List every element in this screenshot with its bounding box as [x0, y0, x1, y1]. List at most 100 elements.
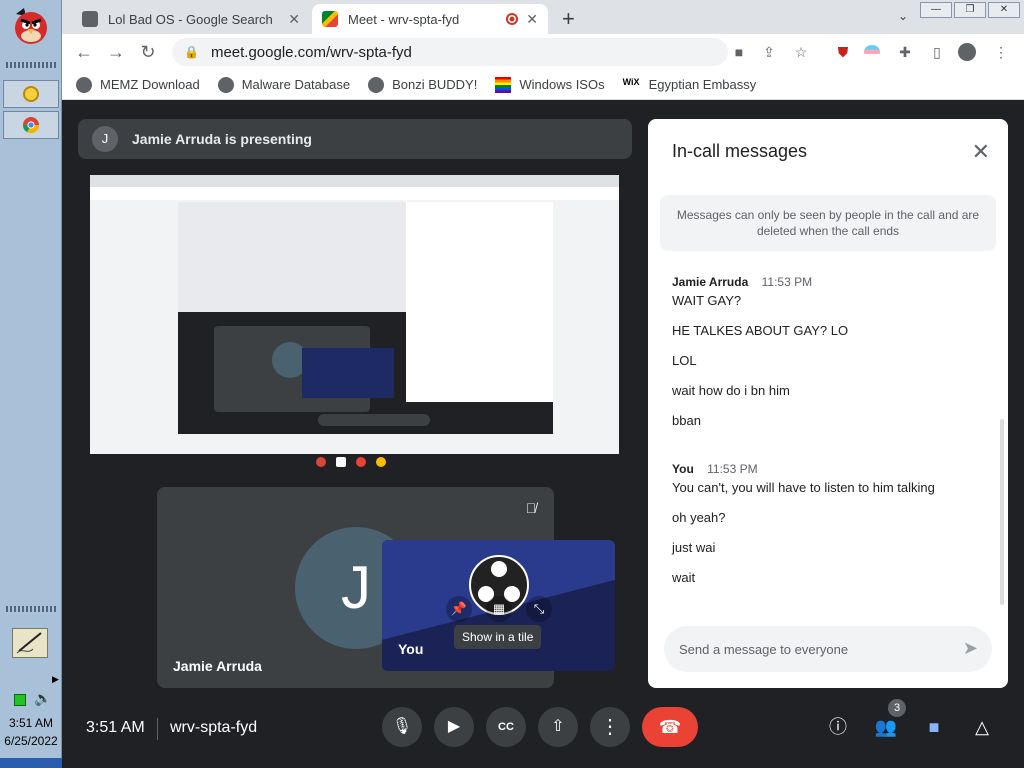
browser-menu-icon[interactable]: ⋮ [992, 43, 1010, 61]
presenting-banner: J Jamie Arruda is presenting [78, 119, 632, 159]
address-bar[interactable]: 🔒 meet.google.com/wrv-spta-fyd [172, 38, 728, 66]
captions-button[interactable]: CC [486, 707, 526, 747]
chat-button[interactable]: ■ [918, 711, 950, 743]
presenting-text: Jamie Arruda is presenting [132, 131, 312, 147]
bookmark-windows-isos[interactable]: Windows ISOs [495, 76, 605, 93]
close-window-button[interactable]: ✕ [988, 2, 1020, 18]
forward-button[interactable]: → [100, 42, 132, 63]
camera-icon: ▶ [447, 718, 461, 735]
tab-close-icon[interactable]: ✕ [288, 11, 300, 28]
message-time: 11:53 PM [761, 275, 813, 289]
shared-screen-meet [178, 202, 553, 434]
participant-name: You [398, 641, 424, 657]
tab-close-icon[interactable]: ✕ [526, 11, 538, 28]
bookmark-egyptian-embassy[interactable]: WiX Egyptian Embassy [623, 77, 757, 93]
more-options-button[interactable]: ⋮ [590, 707, 630, 747]
meeting-code: wrv-spta-fyd [170, 719, 258, 736]
present-icon: ⇧ [551, 718, 565, 735]
taskbar-grip [6, 62, 56, 68]
network-status-icon[interactable] [14, 694, 26, 706]
os-taskbar: ▶ 🔊 3:51 AM 6/25/2022 [0, 0, 62, 768]
chat-panel: In-call messages ✕ Messages can only be … [648, 119, 1008, 688]
extensions-puzzle-icon[interactable]: ✚ [896, 43, 914, 61]
camera-button[interactable]: ▶ [434, 707, 474, 747]
tab-search-chevron-icon[interactable]: ⌄ [898, 9, 908, 23]
hangup-button[interactable]: ☎ [642, 707, 698, 747]
show-in-tile-icon[interactable]: ▦ [486, 596, 512, 622]
shared-screen[interactable] [90, 175, 619, 471]
bookmark-memz[interactable]: MEMZ Download [76, 76, 200, 93]
shared-screen-shelf [90, 454, 619, 471]
message-text: bban [672, 413, 701, 428]
participant-tile-you[interactable]: 📌 ▦ ⤡ You [382, 540, 615, 671]
extension-shield-icon[interactable]: ⛊ [834, 43, 852, 61]
people-count-badge: 3 [888, 699, 906, 717]
pin-icon[interactable]: 📌 [446, 596, 472, 622]
sun-gear-icon [23, 86, 39, 102]
message-text: oh yeah? [672, 510, 726, 525]
more-icon: ⋮ [600, 716, 620, 738]
chat-icon: ■ [928, 717, 940, 737]
bookmark-label: Malware Database [241, 77, 351, 92]
message-text: LOL [672, 353, 697, 368]
bookmark-malware-db[interactable]: Malware Database [217, 76, 351, 93]
send-icon[interactable]: ➤ [963, 638, 978, 659]
bookmark-label: Egyptian Embassy [648, 77, 757, 92]
globe-icon [76, 76, 92, 93]
chat-input-placeholder: Send a message to everyone [679, 641, 849, 657]
message-text: wait [672, 570, 696, 585]
url-text: meet.google.com/wrv-spta-fyd [210, 43, 412, 61]
minimize-tile-icon[interactable]: ⤡ [526, 596, 552, 622]
chat-scrollbar[interactable] [1000, 419, 1004, 605]
message-text: WAIT GAY? [672, 293, 742, 308]
activities-button[interactable]: △ [966, 711, 998, 743]
taskbar-expand-arrow-icon[interactable]: ▶ [52, 674, 59, 685]
profile-avatar-icon[interactable] [958, 43, 976, 61]
back-button[interactable]: ← [68, 42, 100, 63]
message-sender: You [672, 462, 694, 476]
chat-notice: Messages can only be seen by people in t… [660, 195, 996, 251]
bookmarks-bar: MEMZ Download Malware Database Bonzi BUD… [62, 70, 1024, 100]
message-text: You can't, you will have to listen to hi… [672, 480, 935, 495]
taskbar-app-chrome[interactable] [3, 111, 59, 139]
tab-favicon-icon [82, 11, 98, 27]
captions-icon: CC [498, 721, 514, 733]
bookmark-label: Bonzi BUDDY! [392, 77, 478, 92]
meet-favicon-icon [322, 11, 338, 27]
share-icon[interactable]: ⇪ [760, 43, 778, 61]
volume-icon[interactable]: 🔊 [34, 690, 51, 707]
divider [157, 718, 158, 740]
mic-button[interactable]: 🎙 [382, 707, 422, 747]
recording-indicator-icon [506, 13, 518, 25]
pen-tool-icon[interactable] [12, 628, 48, 658]
close-icon[interactable]: ✕ [972, 139, 990, 165]
chat-message-input[interactable]: Send a message to everyone ➤ [664, 626, 992, 672]
camera-in-use-icon[interactable]: ■ [730, 43, 748, 61]
taskbar-clock[interactable]: 3:51 AM 6/25/2022 [0, 714, 62, 750]
browser-tab-bar: Lol Bad OS - Google Search ✕ Meet - wrv-… [62, 0, 1024, 34]
tab-meet[interactable]: Meet - wrv-spta-fyd ✕ [312, 4, 548, 34]
mic-off-icon: 🎙̸ [525, 500, 537, 516]
taskbar-app-gear[interactable] [3, 80, 59, 108]
meet-stage: J Jamie Arruda is presenting J 🎙̸ Jamie [62, 101, 1024, 768]
restore-button[interactable]: ❐ [954, 2, 986, 18]
angry-bird-logo-icon[interactable] [10, 6, 52, 46]
meeting-info-button[interactable]: ⓘ [822, 711, 854, 743]
bookmark-star-icon[interactable]: ☆ [792, 43, 810, 61]
bookmark-bonzi[interactable]: Bonzi BUDDY! [368, 76, 478, 93]
message-sender: Jamie Arruda [672, 275, 749, 289]
activities-icon: △ [975, 717, 989, 737]
tab-google-search[interactable]: Lol Bad OS - Google Search ✕ [72, 4, 310, 34]
present-button[interactable]: ⇧ [538, 707, 578, 747]
minimize-button[interactable]: — [920, 2, 952, 18]
mic-icon: 🎙 [391, 718, 413, 735]
extension-flag-icon[interactable] [864, 43, 882, 61]
taskbar-bottom-strip [0, 758, 62, 768]
bookmark-label: MEMZ Download [100, 77, 200, 92]
reload-button[interactable]: ↻ [132, 42, 164, 63]
side-panel-icon[interactable]: ▯ [928, 43, 946, 61]
message-text: HE TALKES ABOUT GAY? LO [672, 323, 849, 338]
bookmark-label: Windows ISOs [519, 77, 605, 92]
new-tab-button[interactable]: + [562, 6, 575, 32]
tooltip: Show in a tile [454, 625, 542, 649]
